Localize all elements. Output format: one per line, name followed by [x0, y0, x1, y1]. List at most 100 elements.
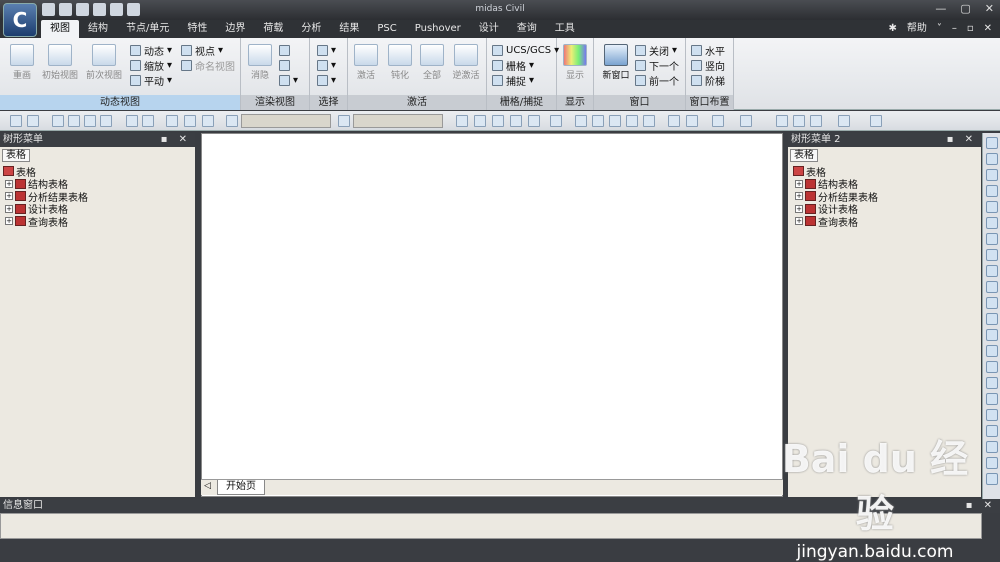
toolbar-icon[interactable] [626, 115, 638, 127]
select-single-button[interactable]: ▾ [317, 43, 336, 57]
tree-item-query-table[interactable]: + 查询表格 [793, 215, 878, 229]
tab-view[interactable]: 视图 [41, 20, 79, 38]
toolbar-icon[interactable] [686, 115, 698, 127]
arrow-right-icon[interactable] [740, 115, 752, 127]
toolbar-icon[interactable] [142, 115, 154, 127]
tab-properties[interactable]: 特性 [178, 20, 216, 38]
ribbon-minimize-button[interactable]: – [952, 20, 957, 38]
tab-psc[interactable]: PSC [368, 20, 405, 38]
zoom-fit-icon[interactable] [985, 153, 998, 165]
perspective-button[interactable] [279, 58, 290, 72]
select-window-button[interactable]: ▾ [317, 58, 336, 72]
rotate-y-icon[interactable] [985, 393, 998, 405]
gear-icon[interactable]: ✱ [888, 20, 896, 38]
ribbon-close-button[interactable]: ✕ [984, 20, 992, 38]
toolbar-icon[interactable] [793, 115, 805, 127]
undo-view-icon[interactable] [985, 441, 998, 453]
toolbar-icon[interactable] [68, 115, 80, 127]
redo-view-icon[interactable] [985, 457, 998, 469]
zoom-window-icon[interactable] [985, 137, 998, 149]
tab-results[interactable]: 结果 [330, 20, 368, 38]
viewpoint-button[interactable]: 视点 ▾ [181, 43, 223, 58]
named-view-button[interactable]: 命名视图 [181, 58, 235, 73]
tab-query[interactable]: 查询 [508, 20, 546, 38]
toolbar-icon[interactable] [126, 115, 138, 127]
toolbar-icon[interactable] [838, 115, 850, 127]
rotate-x-icon[interactable] [985, 377, 998, 389]
previous-view-button[interactable]: 前次视图 [82, 44, 126, 81]
tab-analysis[interactable]: 分析 [292, 20, 330, 38]
next-window-button[interactable]: 下一个 [635, 58, 679, 73]
tab-node-element[interactable]: 节点/单元 [117, 20, 178, 38]
toolbar-icon[interactable] [27, 115, 39, 127]
toolbar-icon[interactable] [810, 115, 822, 127]
toolbar-icon[interactable] [84, 115, 96, 127]
shade-button[interactable] [279, 43, 290, 57]
toolbar-icon[interactable] [184, 115, 196, 127]
zoom-in-icon[interactable] [985, 169, 998, 181]
settings-icon[interactable] [985, 473, 998, 485]
view-left-icon[interactable] [985, 265, 998, 277]
expand-icon[interactable]: + [795, 179, 803, 188]
toolbar-icon[interactable] [100, 115, 112, 127]
view-top-icon[interactable] [985, 233, 998, 245]
tile-horizontal-button[interactable]: 水平 [691, 43, 725, 58]
chevron-down-icon[interactable]: ˅ [937, 20, 942, 38]
expand-icon[interactable]: + [795, 217, 803, 226]
inverse-activate-button[interactable]: 逆激活 [444, 44, 488, 81]
tab-load[interactable]: 荷载 [254, 20, 292, 38]
refresh-icon[interactable] [985, 425, 998, 437]
tab-design[interactable]: 设计 [470, 20, 508, 38]
close-window-button[interactable]: 关闭 ▾ [635, 43, 677, 58]
toolbar-icon[interactable] [776, 115, 788, 127]
toolbar-icon[interactable] [474, 115, 486, 127]
toolbar-icon[interactable] [166, 115, 178, 127]
render-options-button[interactable]: ▾ [279, 73, 298, 87]
view-back-icon[interactable] [985, 313, 998, 325]
select-polygon-button[interactable]: ▾ [317, 73, 336, 87]
initial-view-button[interactable]: 初始视图 [38, 44, 82, 81]
toolbar-icon[interactable] [338, 115, 350, 127]
zoom-button[interactable]: 缩放 ▾ [130, 58, 172, 73]
cascade-button[interactable]: 阶梯 [691, 73, 725, 88]
grid-button[interactable]: 栅格 ▾ [492, 58, 534, 73]
pan-button[interactable]: 平动 ▾ [130, 73, 172, 88]
toolbar-icon[interactable] [668, 115, 680, 127]
expand-icon[interactable]: + [795, 192, 803, 201]
toolbar-icon[interactable] [492, 115, 504, 127]
toolbar-icon[interactable] [609, 115, 621, 127]
toolbar-icon[interactable] [550, 115, 562, 127]
scroll-left-icon[interactable]: ◁ [204, 481, 211, 491]
close-button[interactable]: ✕ [985, 2, 994, 15]
rotate-icon[interactable] [985, 361, 998, 373]
toolbar-icon[interactable] [510, 115, 522, 127]
toolbar-icon[interactable] [870, 115, 882, 127]
view-right-icon[interactable] [985, 281, 998, 293]
move-icon[interactable] [985, 345, 998, 357]
ucs-gcs-button[interactable]: UCS/GCS ▾ [492, 43, 559, 57]
expand-icon[interactable]: + [795, 204, 803, 213]
app-logo[interactable]: C [3, 3, 37, 37]
expand-icon[interactable]: + [5, 192, 13, 201]
toolbar-icon[interactable] [528, 115, 540, 127]
expand-icon[interactable]: + [5, 217, 13, 226]
cursor-icon[interactable] [226, 115, 238, 127]
filter-combo[interactable] [353, 114, 443, 128]
view-iso-icon[interactable] [985, 217, 998, 229]
tab-table[interactable]: 表格 [790, 149, 818, 162]
tab-boundary[interactable]: 边界 [216, 20, 254, 38]
new-window-button[interactable]: 新窗口 [594, 44, 638, 81]
rotate-z-icon[interactable] [985, 409, 998, 421]
model-view[interactable] [201, 133, 783, 497]
view-bottom-icon[interactable] [985, 249, 998, 261]
tab-tools[interactable]: 工具 [546, 20, 584, 38]
pin-close-icons[interactable]: ▪ ✕ [161, 133, 191, 147]
toolbar-icon[interactable] [643, 115, 655, 127]
tab-start-page[interactable]: 开始页 [217, 480, 265, 495]
display-button[interactable]: 显示 [553, 44, 597, 81]
toolbar-icon[interactable] [456, 115, 468, 127]
tab-structure[interactable]: 结构 [79, 20, 117, 38]
help-menu[interactable]: 帮助 [907, 20, 927, 38]
hide-button[interactable]: 消隐 [238, 44, 282, 81]
toolbar-icon[interactable] [575, 115, 587, 127]
